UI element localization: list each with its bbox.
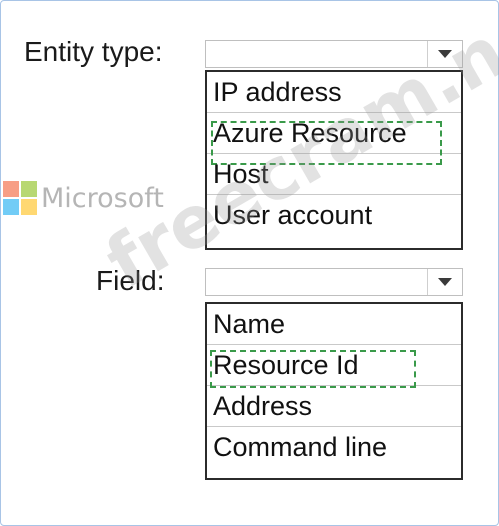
option-label: Azure Resource (213, 118, 407, 148)
chevron-down-icon (438, 278, 452, 286)
entity-option-ip-address[interactable]: IP address (207, 72, 461, 113)
entity-type-dropdown-toggle[interactable] (427, 41, 462, 67)
microsoft-logo: Microsoft (3, 181, 164, 215)
entity-option-user-account[interactable]: User account (207, 195, 461, 236)
option-label: Host (213, 159, 269, 189)
option-label: Command line (213, 432, 388, 462)
field-options-list: Name Resource Id Address Command line (205, 302, 463, 480)
field-option-address[interactable]: Address (207, 386, 461, 427)
chevron-down-icon (438, 50, 452, 58)
option-label: Name (213, 309, 286, 339)
field-label: Field: (96, 265, 165, 296)
field-option-resource-id[interactable]: Resource Id (207, 345, 461, 386)
option-label: Address (213, 391, 313, 421)
option-label: Resource Id (213, 350, 359, 380)
option-label: IP address (213, 77, 342, 107)
entity-option-host[interactable]: Host (207, 154, 461, 195)
entity-type-dropdown[interactable] (205, 40, 463, 68)
entity-type-options-list: IP address Azure Resource Host User acco… (205, 70, 463, 250)
option-label: User account (213, 200, 373, 230)
field-option-name[interactable]: Name (207, 304, 461, 345)
microsoft-logo-text: Microsoft (41, 182, 164, 214)
field-option-command-line[interactable]: Command line (207, 427, 461, 468)
entity-option-azure-resource[interactable]: Azure Resource (207, 113, 461, 154)
field-dropdown[interactable] (205, 268, 463, 296)
entity-type-label: Entity type: (24, 36, 163, 67)
field-dropdown-toggle[interactable] (427, 269, 462, 295)
microsoft-logo-icon (3, 181, 37, 215)
